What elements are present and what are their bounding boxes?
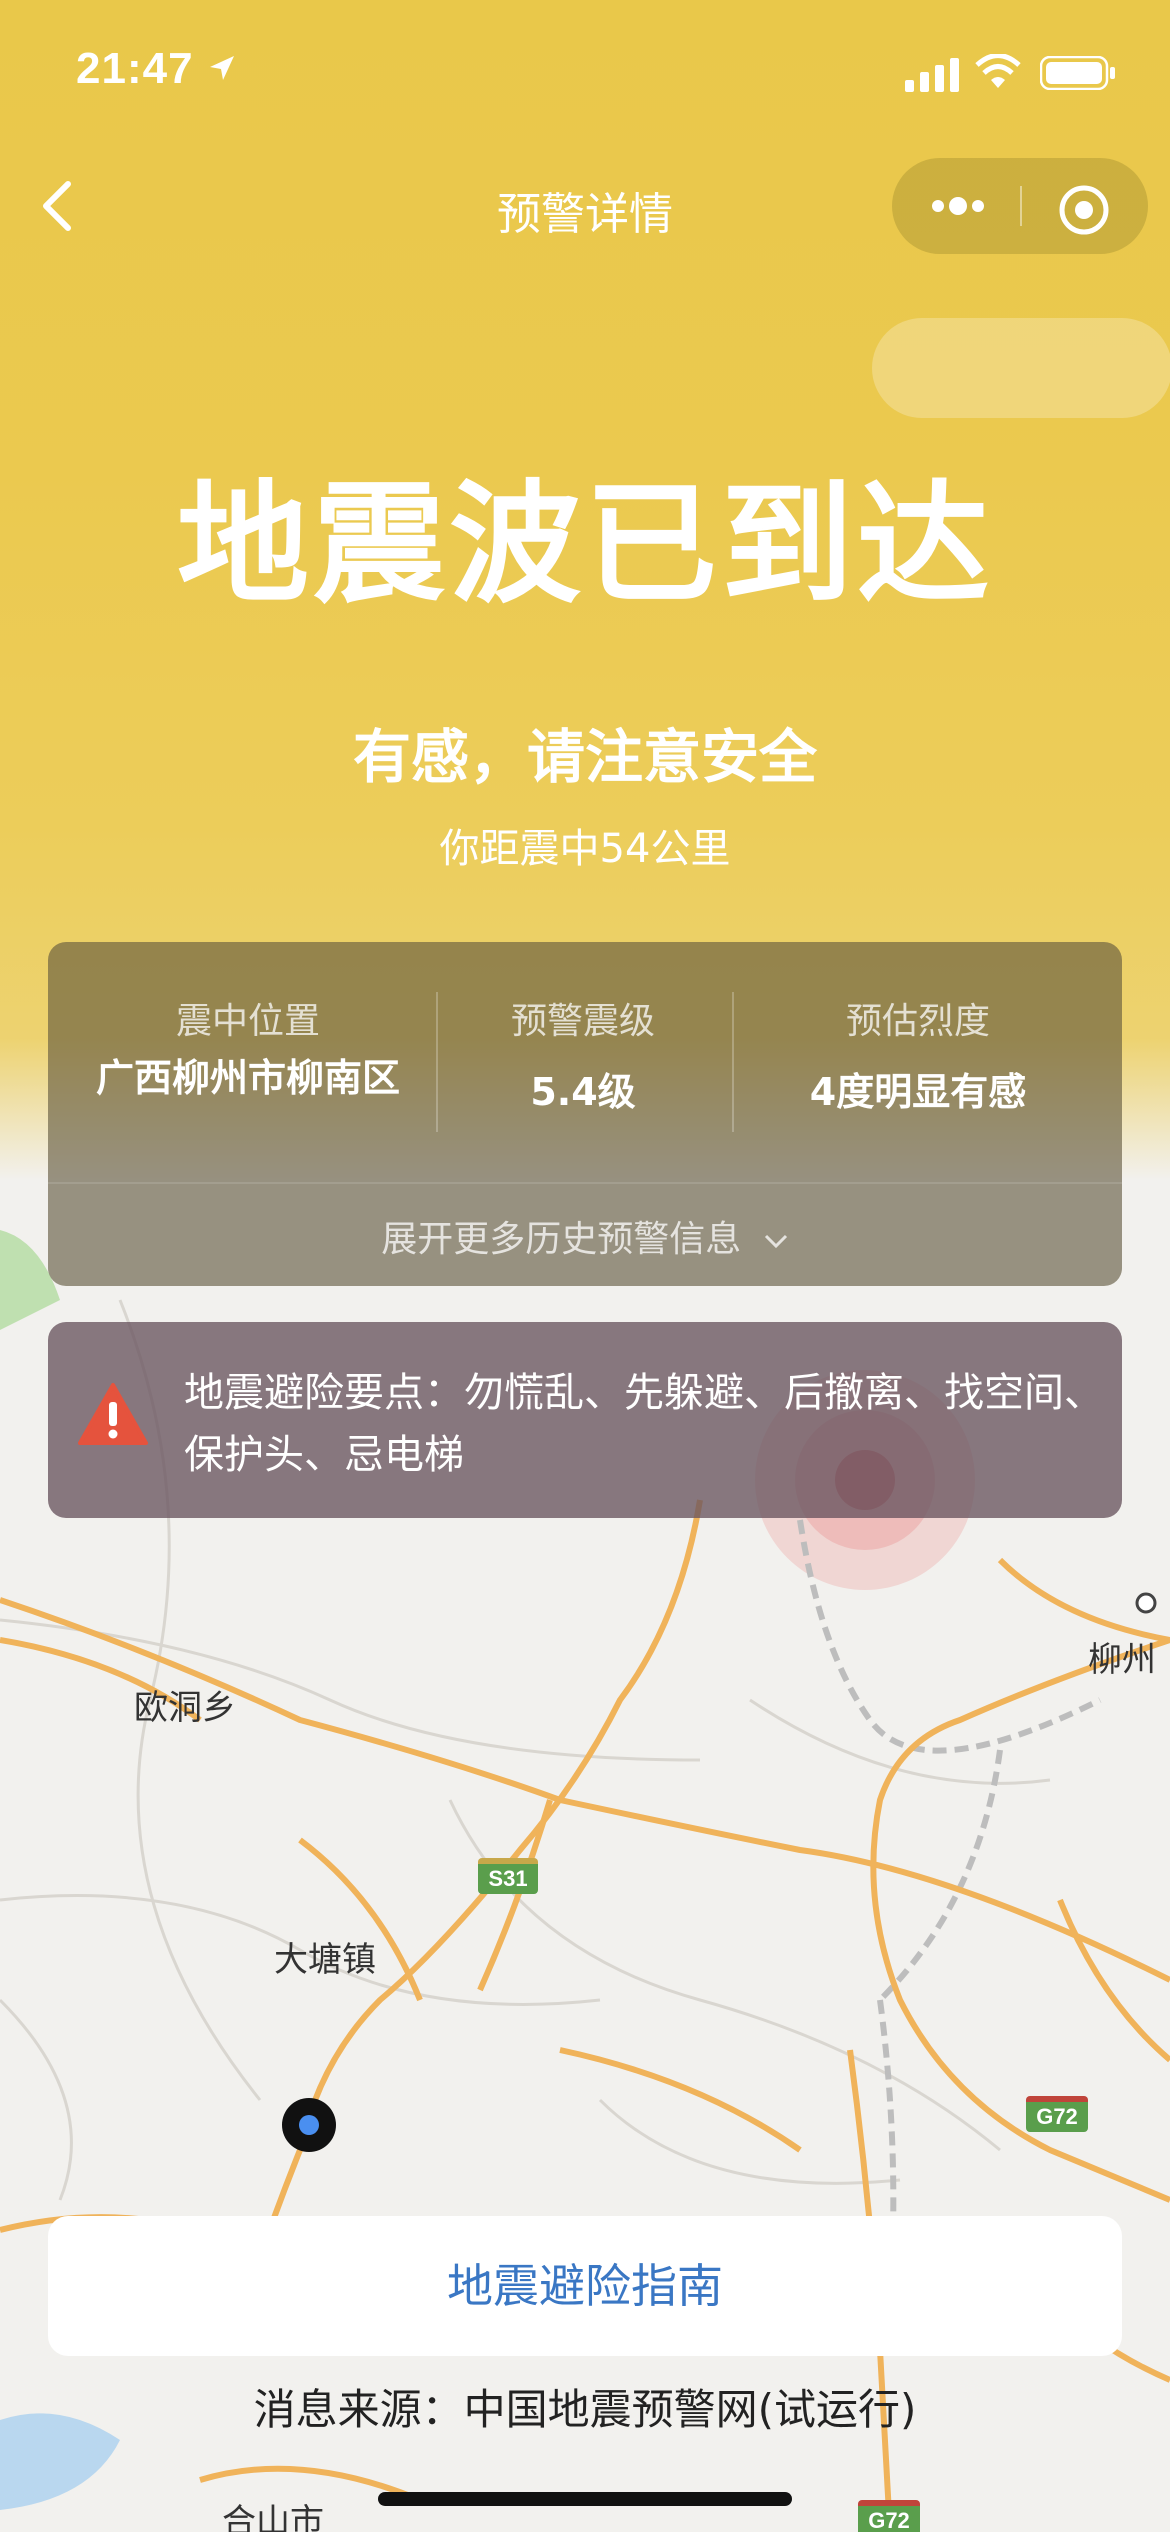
map-label-datang: 大塘镇 [274,1940,376,1980]
distance-text: 你距震中54公里 [439,826,731,872]
warning-icon [78,1383,148,1445]
status-time: 21:47 [76,44,194,93]
safety-tips-card: 地震避险要点：勿慌乱、先躲避、后撤离、找空间、保护头、忌电梯 [48,1322,1122,1518]
home-indicator [378,2492,792,2506]
user-location-marker [282,2098,336,2152]
capsule-divider [1020,186,1022,226]
magnitude-value: 5.4级 [530,1070,636,1114]
miniprogram-capsule [892,158,1148,254]
map-label-liuzhou: 柳州 [1088,1640,1156,1680]
more-icon[interactable] [928,188,988,224]
alert-headline: 地震波已到达 [177,468,993,622]
earthquake-info-card: 震中位置 广西柳州市柳南区 预警震级 5.4级 预估烈度 4度明显有感 展开更多… [48,942,1122,1286]
map-label-heshan: 合山市 [222,2502,324,2532]
alert-subtitle: 有感，请注意安全 [352,723,817,791]
epicenter-label: 震中位置 [175,1001,320,1042]
safety-tips-text: 地震避险要点：勿慌乱、先躲避、后撤离、找空间、保护头、忌电梯 [184,1370,1104,1478]
battery-icon [1040,56,1115,90]
blurred-pill [872,318,1170,418]
epicenter-value: 广西柳州市柳南区 [95,1056,400,1100]
intensity-value: 4度明显有感 [809,1070,1027,1114]
chevron-down-icon [764,1234,787,1249]
location-arrow-icon [210,56,234,80]
epicenter-column: 震中位置 广西柳州市柳南区 [88,992,408,1102]
status-bar: 21:47 [0,0,1170,140]
intensity-column: 预估烈度 4度明显有感 [748,992,1088,1116]
row-divider [48,1182,1122,1184]
road-shield-g72: G72 [858,2500,920,2532]
road-shield-s31: S31 [478,1858,538,1894]
evacuation-guide-button[interactable]: 地震避险指南 [48,2216,1122,2356]
intensity-label: 预估烈度 [845,1001,990,1042]
expand-history-link[interactable]: 展开更多历史预警信息 [48,1210,1122,1262]
target-icon[interactable] [1058,184,1110,236]
magnitude-label: 预警震级 [510,1001,655,1042]
road-shield-g72: G72 [1026,2096,1088,2132]
source-text: 消息来源：中国地震预警网(试运行) [253,2385,917,2434]
wifi-icon [975,54,1021,88]
map-label-oudong: 欧洞乡 [134,1688,236,1728]
magnitude-column: 预警震级 5.4级 [438,992,728,1116]
expand-history-label: 展开更多历史预警信息 [381,1219,742,1260]
column-divider [732,992,734,1132]
signal-icon [905,58,959,92]
